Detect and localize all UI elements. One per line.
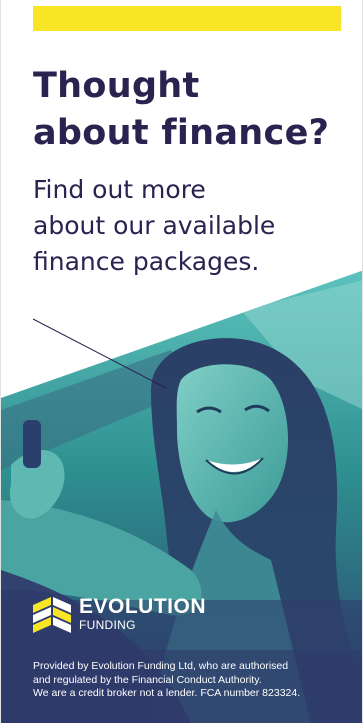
subheadline: Find out more about our available financ… <box>33 172 275 280</box>
subhead-line-1: Find out more <box>33 175 206 204</box>
evolution-funding-logo[interactable]: EVOLUTION FUNDING <box>31 593 211 637</box>
legal-disclaimer: Provided by Evolution Funding Ltd, who a… <box>33 660 353 701</box>
logo-word-funding: FUNDING <box>79 618 136 632</box>
smiling-woman-in-car-photo <box>1 270 362 723</box>
headline-line-2: about finance? <box>33 113 330 153</box>
disclaimer-line-1: Provided by Evolution Funding Ltd, who a… <box>33 660 289 672</box>
subhead-line-2: about our available <box>33 211 276 240</box>
headline-line-1: Thought <box>33 66 200 106</box>
yellow-accent-bar <box>33 6 341 31</box>
disclaimer-line-2: and regulated by the Financial Conduct A… <box>33 673 262 686</box>
logo-word-evolution: EVOLUTION <box>79 595 207 618</box>
photo-panel <box>1 270 362 723</box>
evolution-funding-logo-mark <box>33 597 71 633</box>
headline: Thought about finance? <box>33 63 329 157</box>
finance-ad-banner[interactable]: Thought about finance? Find out more abo… <box>0 0 363 723</box>
disclaimer-line-3: We are a credit broker not a lender. FCA… <box>33 687 301 699</box>
